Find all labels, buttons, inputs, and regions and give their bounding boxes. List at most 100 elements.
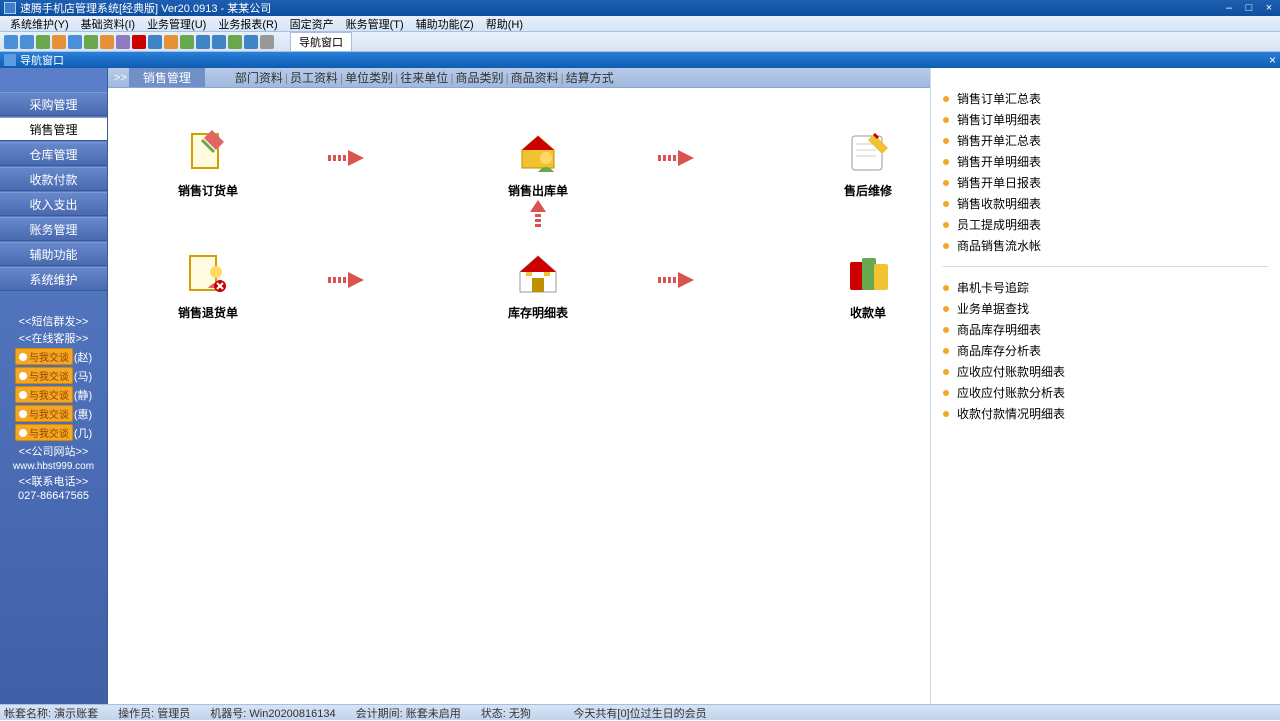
report-link[interactable]: 员工提成明细表 xyxy=(943,214,1268,235)
menu-item[interactable]: 帮助(H) xyxy=(480,16,529,32)
tool-icon-15[interactable] xyxy=(228,35,242,49)
chat-badge-icon: 与我交谈 xyxy=(15,348,73,365)
minimize-button[interactable]: – xyxy=(1222,2,1236,14)
tool-icon-8[interactable] xyxy=(116,35,130,49)
breadcrumb-link[interactable]: 往来单位 xyxy=(400,71,448,85)
close-button[interactable]: × xyxy=(1262,2,1276,14)
report-label: 销售收款明细表 xyxy=(957,195,1041,212)
breadcrumb-link[interactable]: 商品资料 xyxy=(511,71,559,85)
tool-icon-13[interactable] xyxy=(196,35,210,49)
tool-icon-16[interactable] xyxy=(244,35,258,49)
flow-sales-out[interactable]: 销售出库单 xyxy=(488,128,588,199)
report-link[interactable]: 销售收款明细表 xyxy=(943,193,1268,214)
right-panel: 销售订单汇总表销售订单明细表销售开单汇总表销售开单明细表销售开单日报表销售收款明… xyxy=(930,68,1280,704)
arrow-icon xyxy=(328,150,372,166)
menu-item[interactable]: 账务管理(T) xyxy=(340,16,410,32)
report-link[interactable]: 销售开单汇总表 xyxy=(943,130,1268,151)
flow-inventory-detail[interactable]: 库存明细表 xyxy=(488,250,588,321)
report-link[interactable]: 收款付款情况明细表 xyxy=(943,403,1268,424)
tool-icon-9[interactable] xyxy=(132,35,146,49)
flow-sales-order[interactable]: 销售订货单 xyxy=(158,128,258,199)
sidebar-website-title: <<公司网站>> xyxy=(0,443,107,459)
flow-label: 售后维修 xyxy=(818,182,918,199)
tool-icon-4[interactable] xyxy=(52,35,66,49)
report-link[interactable]: 销售订单汇总表 xyxy=(943,88,1268,109)
sidebar-nav-仓库管理[interactable]: 仓库管理 xyxy=(0,142,107,166)
report-label: 员工提成明细表 xyxy=(957,216,1041,233)
tool-icon-10[interactable] xyxy=(148,35,162,49)
maximize-button[interactable]: □ xyxy=(1242,2,1256,14)
sidebar-chat[interactable]: 与我交谈(赵) xyxy=(15,348,92,365)
tool-icon-14[interactable] xyxy=(212,35,226,49)
sidebar-nav-销售管理[interactable]: 销售管理 xyxy=(0,117,107,141)
breadcrumb-links: 部门资料|员工资料|单位类别|往来单位|商品类别|商品资料|结算方式 xyxy=(205,69,614,86)
content: >> 销售管理 部门资料|员工资料|单位类别|往来单位|商品类别|商品资料|结算… xyxy=(108,68,930,704)
breadcrumb-link[interactable]: 员工资料 xyxy=(290,71,338,85)
report-link[interactable]: 业务单据查找 xyxy=(943,298,1268,319)
sidebar-chat[interactable]: 与我交谈(惠) xyxy=(15,405,92,422)
menu-item[interactable]: 辅助功能(Z) xyxy=(410,16,480,32)
toolbar-crumb[interactable]: 导航窗口 xyxy=(290,32,352,52)
tool-icon-12[interactable] xyxy=(180,35,194,49)
sidebar-nav-辅助功能[interactable]: 辅助功能 xyxy=(0,242,107,266)
sidebar-online[interactable]: <<在线客服>> xyxy=(0,330,107,346)
report-label: 销售开单汇总表 xyxy=(957,132,1041,149)
tool-icon-11[interactable] xyxy=(164,35,178,49)
report-link[interactable]: 销售开单明细表 xyxy=(943,151,1268,172)
report-link[interactable]: 商品销售流水帐 xyxy=(943,235,1268,256)
bullet-icon xyxy=(943,117,949,123)
tool-icon-7[interactable] xyxy=(100,35,114,49)
menu-item[interactable]: 业务报表(R) xyxy=(212,16,283,32)
breadcrumb-link[interactable]: 商品类别 xyxy=(455,71,503,85)
bullet-icon xyxy=(943,243,949,249)
report-label: 销售订单汇总表 xyxy=(957,90,1041,107)
report-label: 串机卡号追踪 xyxy=(957,279,1029,296)
tool-icon-17[interactable] xyxy=(260,35,274,49)
window-title-bar: 速腾手机店管理系统[经典版] Ver20.0913 - 某某公司 – □ × xyxy=(0,0,1280,16)
bullet-icon xyxy=(943,96,949,102)
toolbar-separator xyxy=(276,32,284,52)
sidebar-phone-title: <<联系电话>> xyxy=(0,473,107,489)
tool-icon-5[interactable] xyxy=(68,35,82,49)
sidebar-chat[interactable]: 与我交谈(马) xyxy=(15,367,92,384)
sidebar-website-link[interactable]: www.hbst999.com xyxy=(13,461,94,472)
sidebar-sms[interactable]: <<短信群发>> xyxy=(0,313,107,329)
sidebar-nav-账务管理[interactable]: 账务管理 xyxy=(0,217,107,241)
flow-sales-return[interactable]: 销售退货单 xyxy=(158,250,258,321)
report-link[interactable]: 应收应付账款分析表 xyxy=(943,382,1268,403)
tool-icon-1[interactable] xyxy=(4,35,18,49)
sidebar-chat[interactable]: 与我交谈(静) xyxy=(15,386,92,403)
report-link[interactable]: 销售开单日报表 xyxy=(943,172,1268,193)
breadcrumb-title: 销售管理 xyxy=(129,68,205,87)
flow-label: 库存明细表 xyxy=(488,304,588,321)
nav-window-close[interactable]: × xyxy=(1269,53,1276,67)
report-label: 应收应付账款分析表 xyxy=(957,384,1065,401)
report-link[interactable]: 销售订单明细表 xyxy=(943,109,1268,130)
bullet-icon xyxy=(943,201,949,207)
status-operator: 操作员: 管理员 xyxy=(118,705,190,721)
report-link[interactable]: 商品库存明细表 xyxy=(943,319,1268,340)
bullet-icon xyxy=(943,285,949,291)
sidebar-nav-采购管理[interactable]: 采购管理 xyxy=(0,92,107,116)
flow-label: 收款单 xyxy=(818,304,918,321)
tool-icon-3[interactable] xyxy=(36,35,50,49)
sidebar-chat[interactable]: 与我交谈(几) xyxy=(15,424,92,441)
sidebar: 采购管理销售管理仓库管理收款付款收入支出账务管理辅助功能系统维护 <<短信群发>… xyxy=(0,68,108,704)
report-link[interactable]: 应收应付账款明细表 xyxy=(943,361,1268,382)
breadcrumb-link[interactable]: 部门资料 xyxy=(235,71,283,85)
breadcrumb-link[interactable]: 单位类别 xyxy=(345,71,393,85)
report-link[interactable]: 商品库存分析表 xyxy=(943,340,1268,361)
menu-item[interactable]: 业务管理(U) xyxy=(141,16,212,32)
sidebar-nav-收入支出[interactable]: 收入支出 xyxy=(0,192,107,216)
sidebar-nav-系统维护[interactable]: 系统维护 xyxy=(0,267,107,291)
tool-icon-2[interactable] xyxy=(20,35,34,49)
breadcrumb-link[interactable]: 结算方式 xyxy=(566,71,614,85)
flow-after-service[interactable]: 售后维修 xyxy=(818,128,918,199)
tool-icon-6[interactable] xyxy=(84,35,98,49)
sidebar-nav-收款付款[interactable]: 收款付款 xyxy=(0,167,107,191)
menu-item[interactable]: 基础资料(I) xyxy=(75,16,141,32)
menu-item[interactable]: 固定资产 xyxy=(284,16,340,32)
flow-receipt[interactable]: 收款单 xyxy=(818,250,918,321)
menu-item[interactable]: 系统维护(Y) xyxy=(4,16,75,32)
report-link[interactable]: 串机卡号追踪 xyxy=(943,277,1268,298)
